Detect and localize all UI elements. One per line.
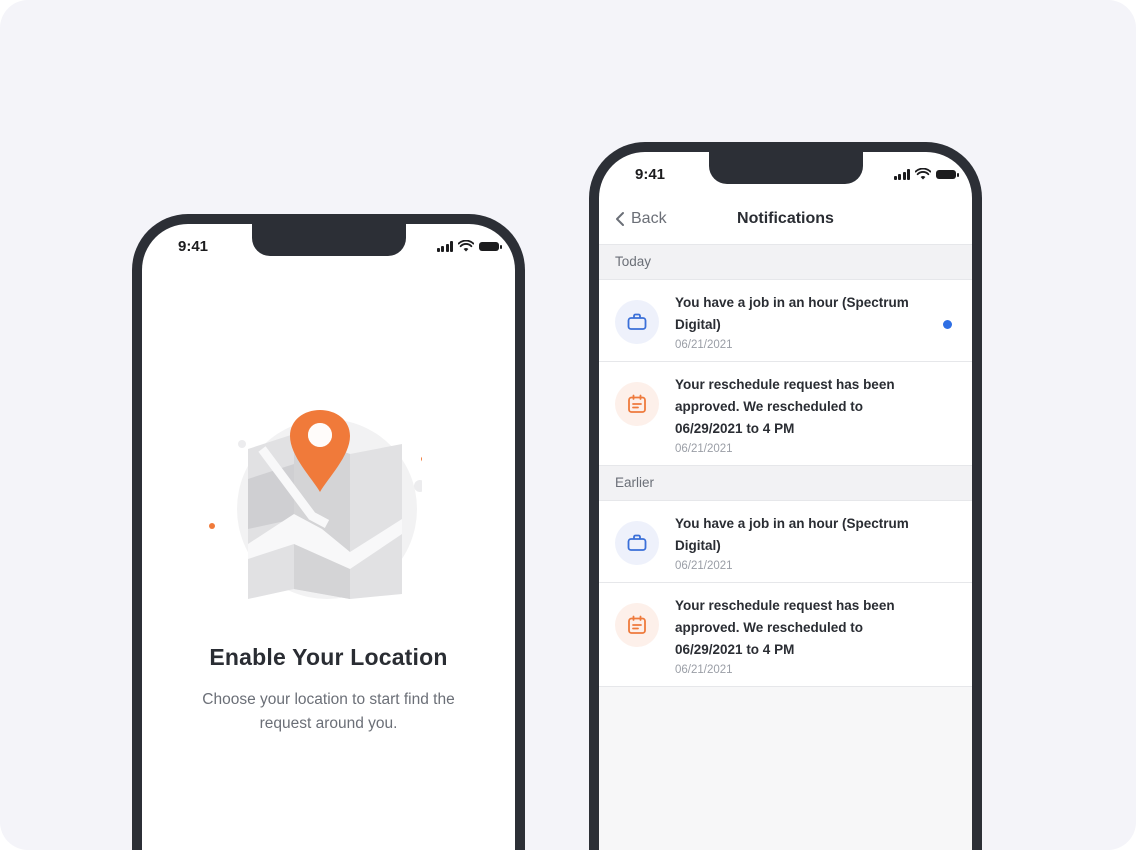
canvas-background: 9:41 Enable Your Location Choose your lo… — [0, 0, 1136, 850]
notification-date: 06/21/2021 — [675, 664, 733, 676]
location-subtitle: Choose your location to start find the r… — [202, 691, 455, 732]
briefcase-icon — [615, 521, 659, 565]
notification-date: 06/21/2021 — [675, 443, 733, 455]
notification-item[interactable]: You have a job in an hour (Spectrum Digi… — [599, 280, 972, 362]
notification-list: Today You have a job in an hour (Spectru… — [599, 245, 972, 850]
status-icons — [436, 240, 502, 252]
location-screen: 9:41 Enable Your Location Choose your lo… — [142, 224, 515, 850]
notification-item[interactable]: Your reschedule request has been approve… — [599, 362, 972, 466]
page-title: Notifications — [737, 210, 834, 227]
phone-notch — [252, 224, 406, 256]
battery-icon — [479, 241, 502, 251]
calendar-icon — [615, 603, 659, 647]
notification-date: 06/21/2021 — [675, 339, 733, 351]
section-header-today: Today — [599, 245, 972, 280]
status-time: 9:41 — [178, 238, 209, 255]
status-icons — [893, 168, 959, 180]
phone-notifications: 9:41 Back Notifications Today You have a… — [589, 142, 982, 850]
map-location-illustration — [209, 410, 422, 599]
notification-text: You have a job in an hour (Spectrum Digi… — [675, 295, 909, 332]
location-title: Enable Your Location — [209, 644, 448, 670]
wifi-icon — [915, 168, 931, 180]
section-header-earlier: Earlier — [599, 466, 972, 501]
notification-text: Your reschedule request has been approve… — [675, 377, 895, 436]
status-time: 9:41 — [635, 166, 666, 183]
notification-text: You have a job in an hour (Spectrum Digi… — [675, 516, 909, 553]
briefcase-icon — [615, 300, 659, 344]
notification-text: Your reschedule request has been approve… — [675, 598, 895, 657]
unread-dot — [943, 320, 952, 329]
wifi-icon — [458, 240, 474, 252]
battery-icon — [936, 169, 959, 179]
signal-icon — [893, 168, 910, 180]
calendar-icon — [615, 382, 659, 426]
phone-notch — [709, 152, 863, 184]
navigation-bar: Back Notifications — [599, 196, 972, 245]
signal-icon — [436, 240, 453, 252]
phone-location: 9:41 Enable Your Location Choose your lo… — [132, 214, 525, 850]
notifications-screen: 9:41 Back Notifications Today You have a… — [599, 152, 972, 850]
notification-date: 06/21/2021 — [675, 560, 733, 572]
notification-item[interactable]: Your reschedule request has been approve… — [599, 583, 972, 687]
notification-item[interactable]: You have a job in an hour (Spectrum Digi… — [599, 501, 972, 583]
